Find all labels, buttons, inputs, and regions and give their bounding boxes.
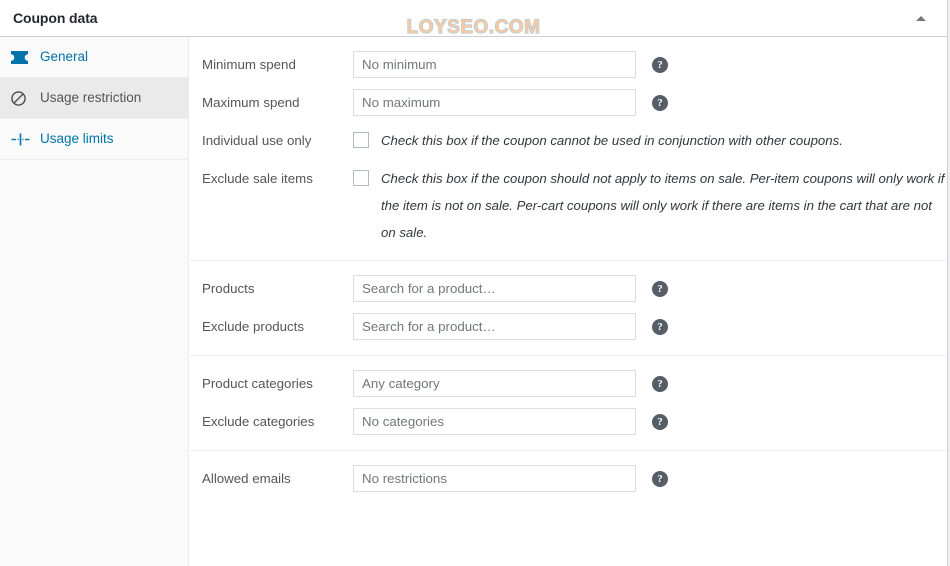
field-label-maximum-spend: Maximum spend xyxy=(202,95,300,110)
individual-use-only-checkbox[interactable] xyxy=(353,132,369,148)
field-control: Check this box if the coupon should not … xyxy=(344,165,947,246)
sidebar-item-label: General xyxy=(40,49,89,65)
help-icon[interactable]: ? xyxy=(652,57,668,73)
field-group: Product categories?Exclude categories? xyxy=(189,356,947,451)
field-row-allowed-emails: Allowed emails? xyxy=(189,460,947,498)
exclude-sale-items-checkbox[interactable] xyxy=(353,170,369,186)
field-label-exclude-categories: Exclude categories xyxy=(202,414,315,429)
field-row-product-categories: Product categories? xyxy=(189,365,947,403)
panel-header: Coupon data LOYSEO.COM xyxy=(0,0,947,39)
field-label-minimum-spend: Minimum spend xyxy=(202,57,296,72)
field-group: Allowed emails? xyxy=(189,451,947,507)
screen: Coupon data LOYSEO.COM General Usage rest… xyxy=(0,0,950,566)
field-label-exclude-sale-items: Exclude sale items xyxy=(202,171,313,186)
field-control: ? xyxy=(344,408,947,435)
exclude-products-input[interactable] xyxy=(353,313,636,340)
help-icon[interactable]: ? xyxy=(652,471,668,487)
field-label-allowed-emails: Allowed emails xyxy=(202,471,291,486)
no-entry-icon xyxy=(11,89,33,107)
sidebar-item-label: Usage restriction xyxy=(40,90,142,106)
page-title: Coupon data xyxy=(13,10,98,26)
coupon-data-panel: Coupon data LOYSEO.COM General Usage rest… xyxy=(0,0,948,566)
field-control: ? xyxy=(344,89,947,116)
caret-up-icon xyxy=(916,15,926,21)
field-label-product-categories: Product categories xyxy=(202,376,313,391)
field-row-individual-use-only: Individual use only Check this box if the… xyxy=(189,122,947,160)
help-icon[interactable]: ? xyxy=(652,376,668,392)
field-control: ? xyxy=(344,51,947,78)
allowed-emails-input[interactable] xyxy=(353,465,636,492)
help-icon[interactable]: ? xyxy=(652,95,668,111)
field-label-exclude-products: Exclude products xyxy=(202,319,304,334)
exclude-sale-items-description: Check this box if the coupon should not … xyxy=(381,171,945,240)
help-icon[interactable]: ? xyxy=(652,414,668,430)
field-row-minimum-spend: Minimum spend? xyxy=(189,46,947,84)
field-control: ? xyxy=(344,275,947,302)
field-group: Products?Exclude products? xyxy=(189,261,947,356)
maximum-spend-input[interactable] xyxy=(353,89,636,116)
product-categories-input[interactable] xyxy=(353,370,636,397)
coupon-fields: Minimum spend?Maximum spend?Individual u… xyxy=(189,37,947,566)
sidebar-item-label: Usage limits xyxy=(40,131,114,147)
help-icon[interactable]: ? xyxy=(652,281,668,297)
site-watermark: LOYSEO.COM xyxy=(406,16,541,38)
individual-use-only-description: Check this box if the coupon cannot be u… xyxy=(381,133,843,148)
help-icon[interactable]: ? xyxy=(652,319,668,335)
sidebar-item-usage-restriction[interactable]: Usage restriction xyxy=(0,78,189,119)
exclude-categories-input[interactable] xyxy=(353,408,636,435)
field-row-products: Products? xyxy=(189,270,947,308)
field-row-exclude-categories: Exclude categories? xyxy=(189,403,947,441)
ticket-icon xyxy=(11,48,33,66)
field-control: ? xyxy=(344,370,947,397)
field-control: ? xyxy=(344,465,947,492)
sidebar-item-usage-limits[interactable]: Usage limits xyxy=(0,119,188,160)
field-control: ? xyxy=(344,313,947,340)
field-group: Minimum spend?Maximum spend?Individual u… xyxy=(189,37,947,261)
field-label-products: Products xyxy=(202,281,255,296)
collapse-panel-button[interactable] xyxy=(903,0,939,36)
sidebar-item-general[interactable]: General xyxy=(0,37,188,78)
minimum-spend-input[interactable] xyxy=(353,51,636,78)
usage-limits-icon xyxy=(11,130,33,148)
field-row-exclude-sale-items: Exclude sale items Check this box if the … xyxy=(189,160,947,251)
coupon-tabs-sidebar: General Usage restriction Usage limits xyxy=(0,37,189,566)
field-label-individual-use-only: Individual use only xyxy=(202,133,312,148)
panel-body: General Usage restriction Usage limits Min… xyxy=(0,37,947,566)
field-row-maximum-spend: Maximum spend? xyxy=(189,84,947,122)
field-row-exclude-products: Exclude products? xyxy=(189,308,947,346)
products-input[interactable] xyxy=(353,275,636,302)
field-control: Check this box if the coupon cannot be u… xyxy=(344,127,947,154)
